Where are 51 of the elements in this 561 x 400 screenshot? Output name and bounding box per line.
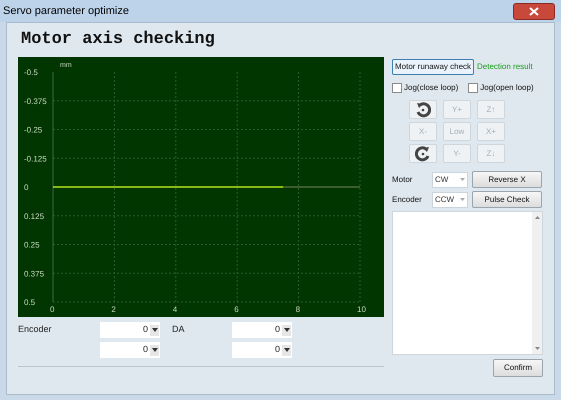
- y-tick-label: -0.5: [24, 68, 38, 77]
- dropdown-arrow-icon: [460, 198, 465, 201]
- window-title: Servo parameter optimize: [3, 4, 129, 19]
- dropdown-arrow-icon: [152, 348, 158, 352]
- y-tick-label: -0.25: [24, 126, 42, 134]
- x-tick-label: 0: [50, 305, 54, 314]
- action-button[interactable]: Reverse X: [472, 171, 542, 188]
- scrollbar[interactable]: [532, 212, 542, 354]
- rotate-arrow-icon: [415, 146, 431, 162]
- x-tick-label: 10: [357, 305, 366, 314]
- detection-result-label: Detection result: [477, 61, 533, 73]
- dropdown-arrow-icon: [284, 348, 290, 352]
- runaway-check-button[interactable]: Motor runaway check: [392, 59, 474, 75]
- action-button[interactable]: Pulse Check: [472, 191, 542, 208]
- x-tick-label: 6: [234, 305, 239, 314]
- checkbox[interactable]: [468, 83, 478, 93]
- x-tick-label: 4: [172, 305, 178, 314]
- number-dropdown[interactable]: 0: [100, 342, 160, 358]
- y-tick-label: 0.125: [24, 212, 44, 221]
- close-icon: [529, 6, 539, 16]
- field-label: Motor: [392, 174, 414, 186]
- rotate-button[interactable]: [409, 100, 437, 119]
- field-label: DA: [172, 323, 186, 336]
- y-tick-label: -0.375: [24, 96, 47, 106]
- dropdown-arrow-icon: [152, 328, 158, 332]
- y-tick-label: 0: [24, 183, 28, 192]
- rotate-button[interactable]: [409, 144, 437, 163]
- dropdown-arrow-icon: [284, 328, 290, 332]
- y-tick-label: 0.25: [24, 240, 40, 250]
- y-tick-label: 0.5: [24, 298, 36, 307]
- field-label: Encoder: [392, 194, 423, 206]
- number-dropdown[interactable]: 0: [100, 322, 160, 338]
- checkbox-label: Jog(open loop): [480, 82, 534, 94]
- page-heading: Motor axis checking: [20, 29, 216, 52]
- x-tick-label: 2: [111, 305, 116, 314]
- field-label: Encoder: [18, 323, 53, 336]
- close-button[interactable]: [513, 2, 555, 20]
- y-tick-label: 0.375: [24, 269, 44, 278]
- confirm-button[interactable]: Confirm: [493, 359, 543, 377]
- checkbox-label: Jog(close loop): [404, 82, 458, 94]
- checkbox[interactable]: [392, 83, 402, 93]
- number-dropdown[interactable]: 0: [232, 322, 292, 338]
- direction-dropdown[interactable]: CCW: [432, 192, 468, 208]
- direction-dropdown[interactable]: CW: [432, 172, 468, 188]
- number-dropdown[interactable]: 0: [232, 342, 292, 358]
- x-tick-label: 8: [296, 305, 300, 314]
- dropdown-arrow-icon: [460, 178, 465, 181]
- y-tick-label: -0.125: [24, 154, 47, 164]
- scroll-down-icon[interactable]: [534, 347, 540, 350]
- scroll-up-icon[interactable]: [534, 216, 540, 219]
- rotate-arrow-icon: [415, 102, 431, 118]
